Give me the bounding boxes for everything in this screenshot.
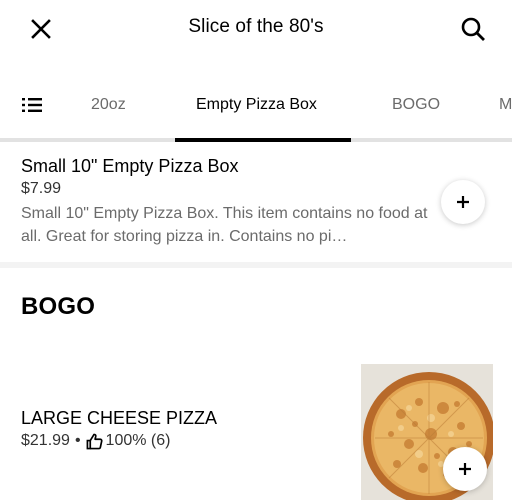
item-price: $7.99 bbox=[21, 180, 62, 197]
thumbs-up-icon bbox=[86, 433, 103, 449]
active-tab-indicator bbox=[175, 138, 351, 142]
plus-icon bbox=[459, 463, 471, 475]
add-item-button[interactable] bbox=[443, 447, 487, 491]
list-icon[interactable] bbox=[22, 96, 42, 114]
section-title: BOGO bbox=[21, 293, 96, 320]
section-divider bbox=[0, 262, 512, 268]
separator: • bbox=[74, 432, 81, 449]
plus-icon bbox=[457, 196, 469, 208]
item-price: $21.99 bbox=[21, 432, 70, 449]
item-meta: $21.99 • 100% (6) bbox=[21, 432, 170, 450]
tab-bogo[interactable]: BOGO bbox=[392, 96, 440, 114]
rating-text: 100% (6) bbox=[105, 432, 171, 449]
tab-empty-pizza-box[interactable]: Empty Pizza Box bbox=[196, 96, 317, 114]
add-item-button[interactable] bbox=[441, 180, 485, 224]
tab-20oz[interactable]: 20oz bbox=[91, 96, 126, 114]
item-title[interactable]: LARGE CHEESE PIZZA bbox=[21, 408, 217, 429]
header: Slice of the 80's bbox=[0, 0, 512, 60]
tab-m[interactable]: M bbox=[499, 96, 512, 114]
item-title[interactable]: Small 10" Empty Pizza Box bbox=[21, 156, 238, 177]
search-icon[interactable] bbox=[459, 15, 487, 43]
page-title: Slice of the 80's bbox=[188, 16, 324, 37]
item-description: Small 10" Empty Pizza Box. This item con… bbox=[21, 205, 428, 245]
